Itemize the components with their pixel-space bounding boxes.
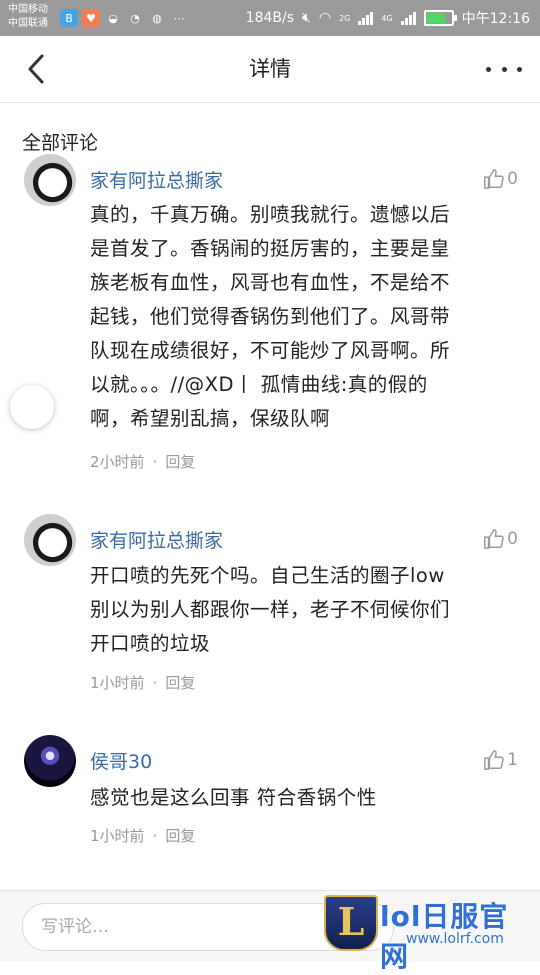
comment-input-placeholder: 写评论… (41, 917, 109, 937)
comment-username[interactable]: 家有阿拉总撕家 (90, 526, 223, 553)
more-notifications-icon: ⋯ (173, 11, 185, 25)
reply-button[interactable]: 回复 (165, 674, 195, 692)
more-options-button[interactable] (486, 54, 522, 84)
watermark: L lol日服官网 www.lolrf.com (322, 893, 532, 973)
like-count: 0 (507, 169, 518, 189)
more-dot-icon (486, 66, 491, 72)
meta-separator: · (152, 827, 158, 845)
meta-separator: · (152, 674, 158, 692)
mute-icon: 🔇︎ (302, 10, 311, 26)
network-type-2: 4G (381, 13, 393, 23)
status-bar: 中国移动 中国联通 B ♥ ◒ ◔ ◍ ⋯ 184B/s 🔇︎ ◠ 2G 4G … (0, 0, 540, 36)
avatar[interactable] (24, 735, 76, 787)
meta-separator: · (152, 453, 158, 471)
like-count: 1 (507, 750, 518, 770)
comment-line: 别以为别人都跟你一样，老子不伺候你们 (90, 598, 451, 621)
comment-time: 2小时前 (90, 453, 145, 471)
like-button[interactable]: 1 (483, 749, 518, 771)
comment-meta: 2小时前 · 回复 (90, 451, 195, 472)
network-type-1: 2G (339, 13, 351, 23)
navigation-bar: 详情 (0, 36, 540, 103)
thumbs-up-icon (484, 529, 504, 549)
section-title: 全部评论 (22, 132, 99, 154)
league-logo-icon: L (324, 895, 378, 951)
comment-line: 啊，希望别乱搞，保级队啊 (90, 407, 331, 430)
comment-line: 开口喷的垃圾 (90, 632, 211, 655)
comment-meta: 1小时前 · 回复 (90, 672, 195, 693)
app-b-icon: B (60, 9, 78, 27)
comment-line: 感觉也是这么回事 符合香锅个性 (90, 786, 377, 809)
carrier-1: 中国移动 (8, 4, 48, 15)
comment-time: 1小时前 (90, 674, 145, 692)
comment-text: 感觉也是这么回事 符合香锅个性 (90, 781, 510, 815)
comment-text: 真的，千真万确。别喷我就行。遗憾以后 是首发了。香锅闹的挺厉害的，主要是皇 族老… (90, 198, 510, 436)
wifi-share-icon: ◔ (130, 11, 140, 25)
battery-icon (423, 10, 457, 26)
signal-icon-2 (400, 11, 416, 25)
heart-app-icon: ♥ (82, 9, 100, 27)
thumbs-up-icon (484, 750, 504, 770)
carrier-2: 中国联通 (8, 18, 48, 29)
wifi-icon: ◠ (318, 10, 332, 26)
clock-app-icon: ◍ (152, 11, 162, 25)
comment-text: 开口喷的先死个吗。自己生活的圈子low 别以为别人都跟你一样，老子不伺候你们 开… (90, 559, 510, 661)
like-button[interactable]: 0 (483, 168, 518, 190)
qq-icon: ◒ (108, 11, 118, 25)
carrier-names: 中国移动 中国联通 (8, 3, 48, 31)
avatar[interactable] (24, 154, 76, 206)
comment-line: 起钱，他们觉得香锅伤到他们了。风哥带 (90, 305, 451, 328)
watermark-url: www.lolrf.com (406, 931, 504, 947)
comment-username[interactable]: 侯哥30 (90, 747, 152, 774)
comment-line: 族老板有血性，风哥也有血性，不是给不 (90, 271, 451, 294)
page-title: 详情 (249, 57, 291, 81)
comment-time: 1小时前 (90, 827, 145, 845)
floating-assist-button[interactable] (10, 385, 54, 429)
comment-meta: 1小时前 · 回复 (90, 825, 195, 846)
more-dot-icon (517, 66, 522, 72)
reply-button[interactable]: 回复 (165, 453, 195, 471)
comment-line: 是首发了。香锅闹的挺厉害的，主要是皇 (90, 237, 451, 260)
comment-line: 开口喷的先死个吗。自己生活的圈子low (90, 564, 445, 587)
comment-line: 队现在成绩很好，不可能炒了风哥啊。所 (90, 339, 451, 362)
comment-username[interactable]: 家有阿拉总撕家 (90, 166, 223, 193)
clock: 中午12:16 (461, 11, 530, 27)
like-count: 0 (507, 529, 518, 549)
reply-button[interactable]: 回复 (165, 827, 195, 845)
avatar[interactable] (24, 514, 76, 566)
comment-line: 真的，千真万确。别喷我就行。遗憾以后 (90, 203, 451, 226)
more-dot-icon (501, 66, 507, 72)
notification-icons: B ♥ ◒ ◔ ◍ ⋯ (60, 9, 188, 27)
signal-icon-1 (358, 11, 374, 25)
network-speed: 184B/s (245, 10, 294, 26)
comment-line: 以就。。。//@XD丨 孤情曲线:真的假的 (90, 373, 428, 396)
thumbs-up-icon (484, 169, 504, 189)
status-right: 184B/s 🔇︎ ◠ 2G 4G 中午12:16 (246, 0, 530, 36)
like-button[interactable]: 0 (483, 528, 518, 550)
